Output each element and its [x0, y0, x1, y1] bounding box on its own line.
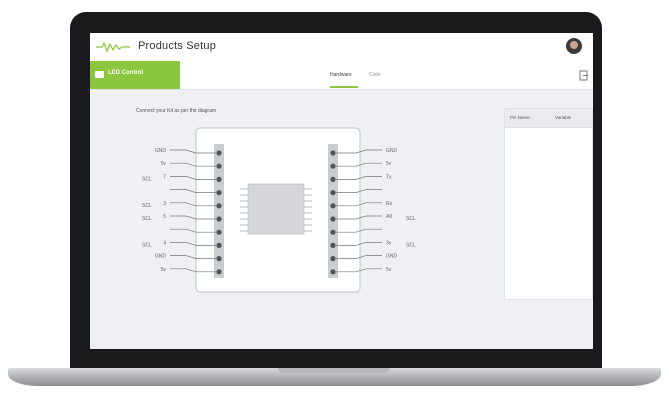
pin-dot [330, 190, 336, 196]
pin-label: 5v [161, 267, 167, 273]
pin-dot [216, 269, 222, 275]
instruction-text: Connect your Kit as per the diagram [136, 108, 217, 114]
pin-dot [216, 176, 222, 182]
pin-aux-label: SCL [142, 242, 152, 248]
pin-dot [330, 269, 336, 275]
project-tab[interactable]: LED Control [90, 61, 180, 89]
pin-label: GND [386, 148, 398, 154]
project-name: LED Control [108, 70, 143, 76]
pin-label: GND [155, 148, 167, 154]
pin-dot [216, 203, 222, 209]
pin-label: GND [386, 254, 398, 260]
column-pin-name: Pin Name [510, 115, 530, 120]
wave-logo-icon[interactable] [96, 42, 130, 52]
pin-label: 5v [386, 267, 392, 273]
pin-dot [330, 150, 336, 156]
pin-label: Tx [386, 174, 392, 180]
pin-dot [216, 256, 222, 262]
pin-dot [330, 176, 336, 182]
pin-label: Rx [386, 201, 393, 207]
pin-label: GND [155, 254, 167, 260]
pin-label: 3v [386, 240, 392, 246]
microcontroller-chip [247, 183, 305, 235]
tab-hardware[interactable]: Hardware [330, 72, 352, 78]
exit-icon[interactable] [579, 70, 589, 81]
column-variable: Variable [555, 115, 572, 120]
pin-dot [330, 256, 336, 262]
pin-aux-label: SCL [406, 242, 416, 248]
pin-table-header: Pin Name Variable [505, 109, 592, 128]
tab-code[interactable]: Code [369, 72, 381, 78]
active-tab-indicator [330, 86, 358, 88]
pin-label: 5 [163, 214, 166, 220]
pin-dot [216, 229, 222, 235]
user-avatar-icon[interactable] [566, 38, 582, 54]
pin-dot [330, 163, 336, 169]
pin-aux-label: SCL [406, 216, 416, 222]
pin-label: A0 [386, 214, 392, 220]
pin-dot [216, 150, 222, 156]
app-title: Products Setup [138, 40, 217, 52]
project-toolbar: LED Control Hardware Code [90, 61, 593, 90]
pin-dot [330, 203, 336, 209]
pin-label: 5v [386, 161, 392, 167]
board-icon [95, 71, 104, 78]
pin-label: 3 [163, 201, 166, 207]
pin-aux-label: SCL [142, 216, 152, 222]
pin-dot [216, 190, 222, 196]
pin-dot [330, 216, 336, 222]
pin-dot [216, 242, 222, 248]
pin-dot [216, 163, 222, 169]
pin-dot [330, 229, 336, 235]
laptop-base-notch [278, 368, 390, 373]
app-screen: Products Setup LED Control Hardware Code… [90, 33, 593, 349]
pin-aux-label: SCL [142, 203, 152, 209]
wiring-diagram: GND5v7SCL3SCL5SCL4SCLGND5v GND5vTxRxA0 SC… [142, 127, 416, 293]
pin-label: 7 [163, 174, 166, 180]
pin-variable-panel: Pin Name Variable [504, 108, 593, 300]
top-bar: Products Setup [90, 33, 593, 62]
pin-label: 4 [163, 240, 166, 246]
pin-label: 5v [161, 161, 167, 167]
pin-dot [330, 242, 336, 248]
pin-dot [216, 216, 222, 222]
pin-aux-label: SCL [142, 176, 152, 182]
